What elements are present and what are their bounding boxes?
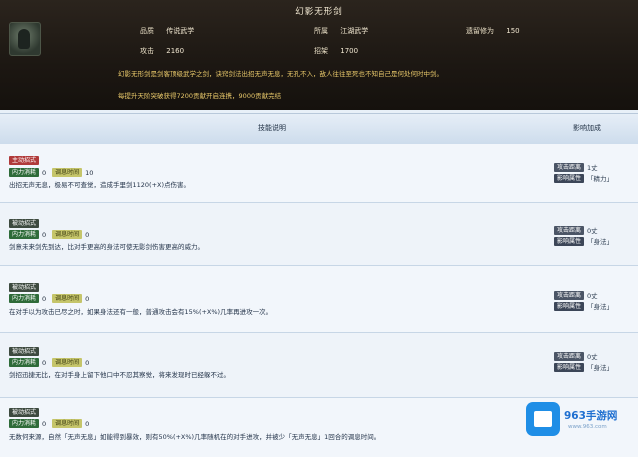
attribute-label: 影响属性: [554, 301, 585, 311]
attribute-label: 影响属性: [554, 362, 585, 372]
range-label: 攻击距离: [554, 290, 585, 300]
site-logo-icon: [526, 402, 560, 436]
col-effect-bonus: 影响加成: [573, 124, 601, 132]
skill-type-line: 被动招式: [9, 408, 42, 417]
cultivation-label: 遗留修为: [466, 27, 494, 35]
range-line: 攻击距离 0丈: [554, 290, 598, 300]
skill-type-line: 被动招式: [9, 219, 42, 228]
range-line: 攻击距离 0丈: [554, 351, 598, 361]
mp-cost-label: 内力消耗: [9, 294, 40, 303]
grade-stat: 品质 传说武学: [140, 26, 194, 36]
skill-type-line: 主动招式: [9, 156, 42, 165]
range-label: 攻击距离: [554, 162, 585, 172]
attack-value: 2160: [166, 47, 185, 55]
skill-effect-text: 剑意未来剑先到达，比对手更高的身法可使无影剑伤害更高的威力。: [9, 243, 204, 251]
cooldown-label: 调息时间: [52, 230, 83, 239]
skill-description: 幻影无形剑是剑客顶级武学之剑，诀窍剑法出招无声无息，无孔不入，敌人往往至死也不知…: [118, 70, 443, 78]
skill-effect-text: 剑招迅捷无比，在对手身上留下他口中不忍其察觉，将来发现时已经躲不过。: [9, 371, 230, 379]
skill-cost-line: 内力消耗 0 调息时间 0: [9, 230, 95, 239]
range-value: 0丈: [587, 353, 598, 361]
attribute-line: 影响属性 「身法」: [554, 236, 613, 246]
skill-cost-line: 内力消耗 0 调息时间 0: [9, 294, 95, 303]
skill-cost-line: 内力消耗 0 调息时间 0: [9, 419, 95, 428]
skill-effect-text: 无数何来源，自然「无声无息」如能得到暴效，则有50%(+X%)几率随机在的对手进…: [9, 433, 381, 441]
skill-cost-line: 内力消耗 0 调息时间 0: [9, 358, 95, 367]
mp-cost-label: 内力消耗: [9, 230, 40, 239]
skill-effect-text: 在对手以为攻击已尽之时，如果身法还有一般，普通攻击会有15%(+X%)几率再进攻…: [9, 308, 273, 316]
attribute-value: 「身法」: [587, 364, 614, 372]
range-value: 0丈: [587, 227, 598, 235]
col-skill-description: 技能说明: [258, 124, 286, 132]
attack-label: 攻击: [140, 47, 154, 55]
range-line: 攻击距离 1丈: [554, 162, 598, 172]
skill-type-tag: 主动招式: [9, 156, 40, 165]
cooldown-value: 10: [85, 168, 94, 177]
attribute-label: 影响属性: [554, 236, 585, 246]
skill-breakthrough-note: 每提升天阶突破获得7200贡献开启连携，9000贡献完结: [118, 92, 282, 100]
mp-cost-value: 0: [42, 358, 47, 367]
mp-cost-value: 0: [42, 419, 47, 428]
site-watermark: 963手游网 www.963.com: [526, 402, 632, 442]
attribute-label: 影响属性: [554, 173, 585, 183]
skill-table-header: 技能说明 影响加成: [0, 113, 638, 145]
cooldown-label: 调息时间: [52, 358, 83, 367]
mp-cost-label: 内力消耗: [9, 358, 40, 367]
range-label: 攻击距离: [554, 225, 585, 235]
cooldown-label: 调息时间: [52, 294, 83, 303]
skill-title: 幻影无形剑: [295, 7, 343, 17]
mp-cost-value: 0: [42, 294, 47, 303]
watermark-brand: 963手游网: [564, 410, 618, 422]
skill-type-tag: 被动招式: [9, 219, 40, 228]
grade-value: 传说武学: [166, 27, 195, 35]
school-label: 所属: [314, 27, 328, 35]
mp-cost-label: 内力消耗: [9, 168, 40, 177]
skill-row: 主动招式 内力消耗 0 调息时间 10 出招无声无息，极易不可查觉，造成手里剑1120…: [0, 144, 638, 203]
cooldown-value: 0: [85, 358, 90, 367]
cooldown-value: 0: [85, 419, 90, 428]
attribute-line: 影响属性 「身法」: [554, 301, 613, 311]
skill-row: 被动招式 内力消耗 0 调息时间 0 剑招迅捷无比，在对手身上留下他口中不忍其察觉，将…: [0, 333, 638, 398]
parry-label: 招架: [314, 47, 328, 55]
attribute-line: 影响属性 「身法」: [554, 362, 613, 372]
range-value: 0丈: [587, 292, 598, 300]
skill-row: 被动招式 内力消耗 0 调息时间 0 在对手以为攻击已尽之时，如果身法还有一般，普通攻…: [0, 266, 638, 333]
parry-value: 1700: [340, 47, 359, 55]
cultivation-stat: 遗留修为 150: [466, 26, 520, 36]
skill-type-tag: 被动招式: [9, 408, 40, 417]
cooldown-label: 调息时间: [52, 168, 83, 177]
attack-stat: 攻击 2160: [140, 46, 184, 56]
skill-type-tag: 被动招式: [9, 347, 40, 356]
cooldown-label: 调息时间: [52, 419, 83, 428]
skill-item-icon: [9, 22, 41, 56]
attribute-value: 「精力」: [587, 175, 614, 183]
skill-row: 被动招式 内力消耗 0 调息时间 0 剑意未来剑先到达，比对手更高的身法可使无影剑伤害…: [0, 203, 638, 266]
range-line: 攻击距离 0丈: [554, 225, 598, 235]
skill-header: 幻影无形剑 品质 传说武学 所属 江湖武学 遗留修为 150 攻击 2160 招…: [0, 0, 638, 110]
attribute-value: 「身法」: [587, 238, 614, 246]
range-value: 1丈: [587, 164, 598, 172]
attribute-line: 影响属性 「精力」: [554, 173, 613, 183]
grade-label: 品质: [140, 27, 154, 35]
mp-cost-value: 0: [42, 168, 47, 177]
skill-type-line: 被动招式: [9, 283, 42, 292]
skill-effect-text: 出招无声无息，极易不可查觉，造成手里剑1120(+X)点伤害。: [9, 181, 191, 189]
cultivation-value: 150: [506, 27, 520, 35]
skill-type-line: 被动招式: [9, 347, 42, 356]
cooldown-value: 0: [85, 230, 90, 239]
school-stat: 所属 江湖武学: [314, 26, 368, 36]
range-label: 攻击距离: [554, 351, 585, 361]
mp-cost-label: 内力消耗: [9, 419, 40, 428]
attribute-value: 「身法」: [587, 303, 614, 311]
skill-type-tag: 被动招式: [9, 283, 40, 292]
cooldown-value: 0: [85, 294, 90, 303]
parry-stat: 招架 1700: [314, 46, 358, 56]
school-value: 江湖武学: [340, 27, 369, 35]
watermark-url: www.963.com: [568, 424, 607, 430]
mp-cost-value: 0: [42, 230, 47, 239]
skill-cost-line: 内力消耗 0 调息时间 10: [9, 168, 99, 177]
